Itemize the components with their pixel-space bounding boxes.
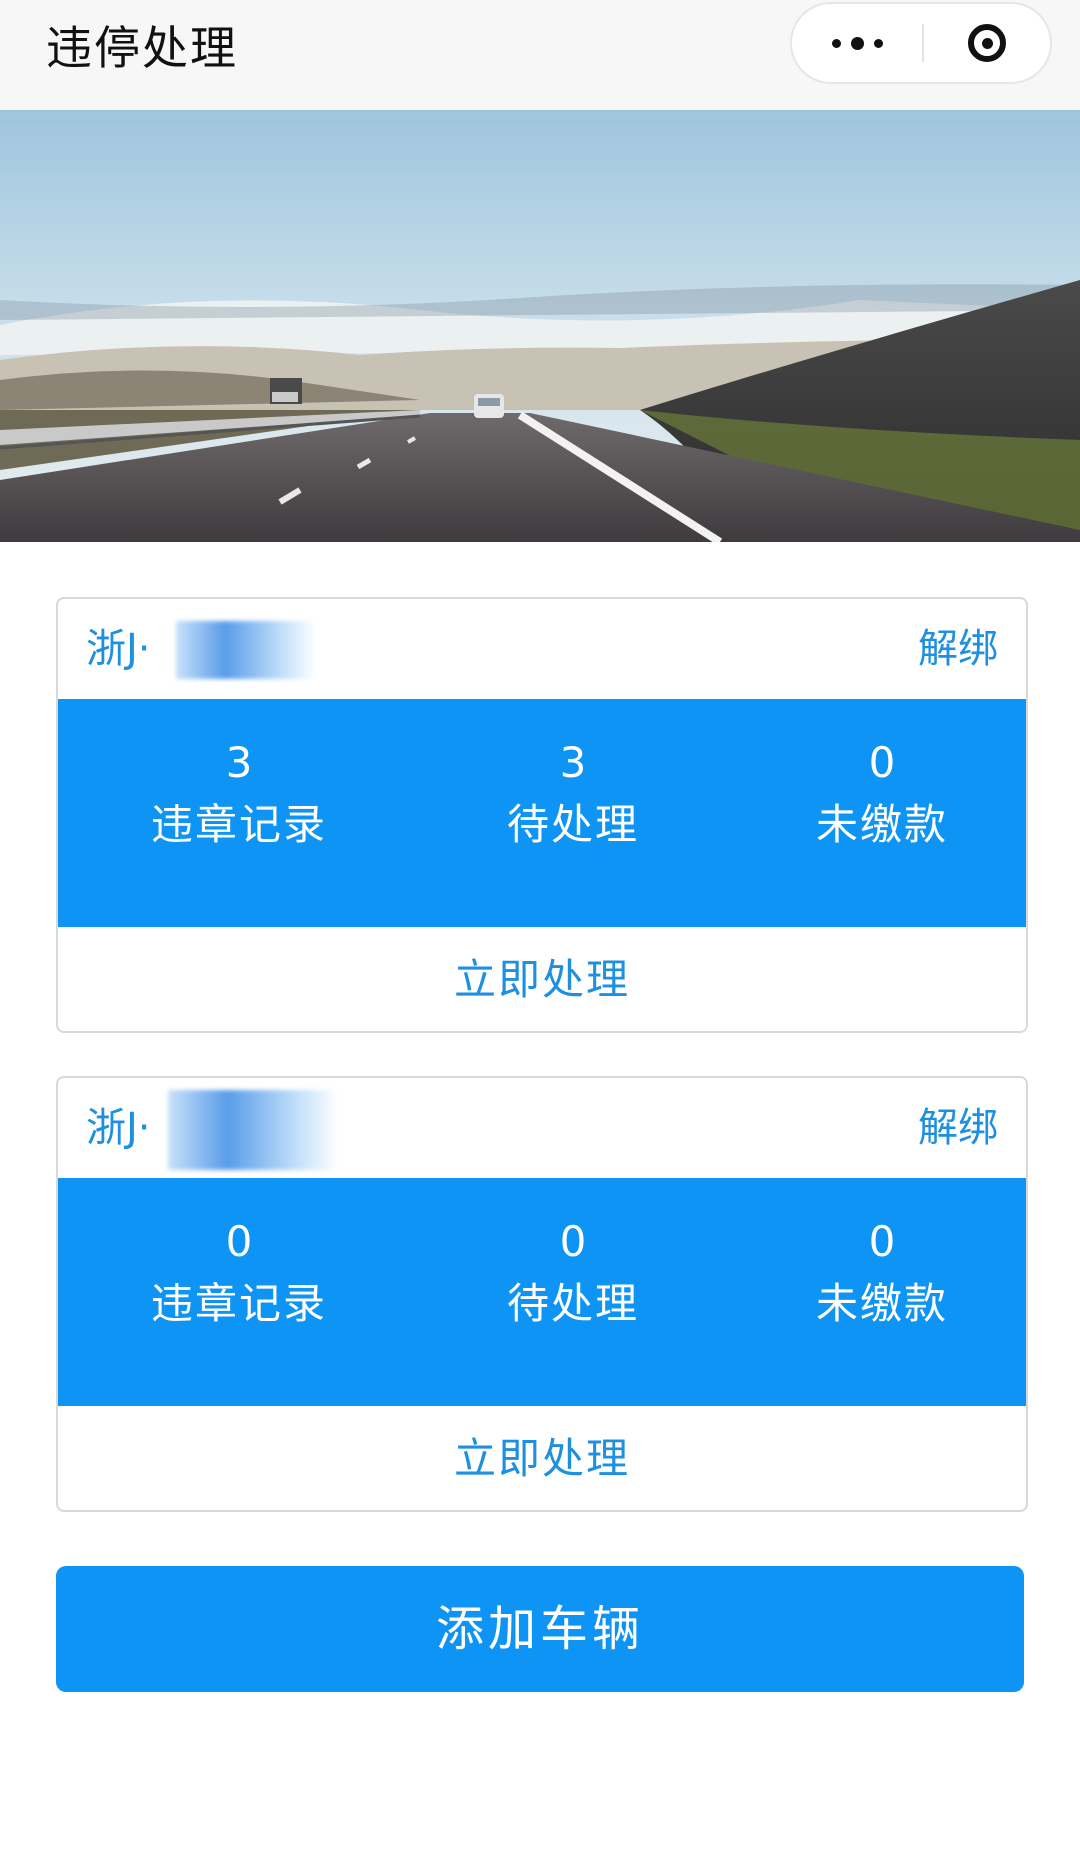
vehicle-card: 浙J· 解绑 0 违章记录 0 待处理 0 未缴款 立即处理: [56, 1076, 1028, 1512]
license-plate: 浙J·: [86, 1105, 151, 1151]
stat-value: 0: [225, 1217, 253, 1266]
navigation-bar: 违停处理: [0, 0, 1080, 110]
plate-redaction: [176, 621, 316, 679]
stat-value: 0: [559, 1217, 587, 1266]
stat-violation-records[interactable]: 0 违章记录: [129, 1212, 349, 1336]
unbind-button[interactable]: 解绑: [918, 1098, 998, 1158]
handle-now-button[interactable]: 立即处理: [58, 927, 1026, 1031]
unbind-button[interactable]: 解绑: [918, 619, 998, 679]
stat-value: 3: [225, 738, 253, 787]
stat-label: 违章记录: [150, 800, 327, 849]
stat-label: 待处理: [506, 800, 639, 849]
more-button[interactable]: [792, 4, 922, 82]
stat-value: 0: [868, 738, 896, 787]
stat-label: 违章记录: [150, 1279, 327, 1328]
stat-unpaid[interactable]: 0 未缴款: [772, 1212, 992, 1336]
stat-violation-records[interactable]: 3 违章记录: [129, 733, 349, 857]
stat-label: 待处理: [506, 1279, 639, 1328]
vehicle-card-header: 浙J· 解绑: [58, 599, 1026, 699]
vehicle-card-header: 浙J· 解绑: [58, 1078, 1026, 1178]
stat-value: 3: [559, 738, 587, 787]
close-button[interactable]: [924, 4, 1050, 82]
add-vehicle-button[interactable]: 添加车辆: [56, 1566, 1024, 1692]
banner-image: [0, 110, 1080, 542]
license-plate: 浙J·: [86, 626, 151, 672]
handle-now-button[interactable]: 立即处理: [58, 1406, 1026, 1510]
stat-pending[interactable]: 3 待处理: [463, 733, 683, 857]
stat-label: 未缴款: [815, 800, 948, 849]
violation-stats: 0 违章记录 0 待处理 0 未缴款: [58, 1178, 1026, 1406]
stat-unpaid[interactable]: 0 未缴款: [772, 733, 992, 857]
stat-value: 0: [868, 1217, 896, 1266]
stat-pending[interactable]: 0 待处理: [463, 1212, 683, 1336]
vehicle-card: 浙J· 解绑 3 违章记录 3 待处理 0 未缴款 立即处理: [56, 597, 1028, 1033]
more-dots-icon: [827, 36, 888, 50]
page-title: 违停处理: [46, 21, 238, 75]
stat-label: 未缴款: [815, 1279, 948, 1328]
violation-stats: 3 违章记录 3 待处理 0 未缴款: [58, 699, 1026, 927]
miniprogram-close-icon: [968, 24, 1006, 62]
miniprogram-capsule: [790, 2, 1052, 84]
plate-redaction: [168, 1090, 338, 1170]
